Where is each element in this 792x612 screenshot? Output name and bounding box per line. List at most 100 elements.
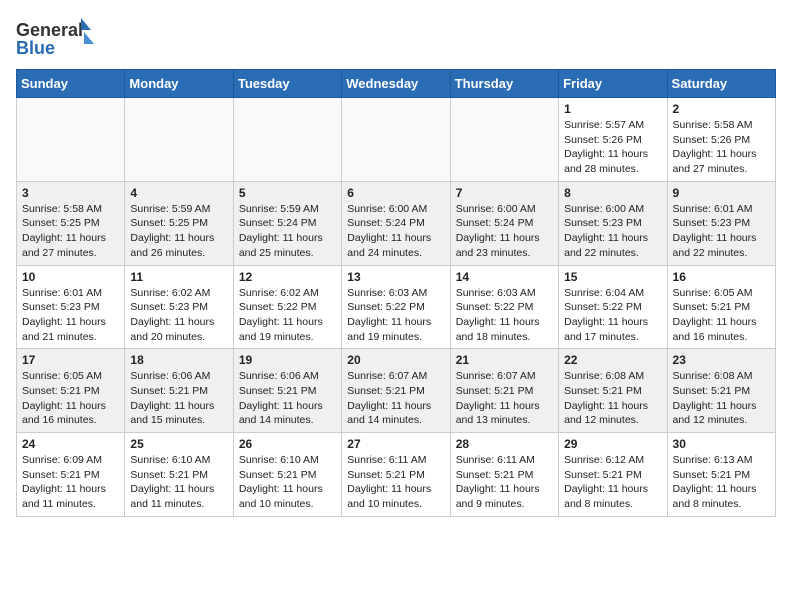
- day-number: 23: [673, 353, 770, 367]
- day-info: Sunrise: 6:10 AM Sunset: 5:21 PM Dayligh…: [130, 453, 227, 512]
- day-info: Sunrise: 6:13 AM Sunset: 5:21 PM Dayligh…: [673, 453, 770, 512]
- calendar-cell: [17, 98, 125, 182]
- day-info: Sunrise: 5:58 AM Sunset: 5:26 PM Dayligh…: [673, 118, 770, 177]
- day-number: 11: [130, 270, 227, 284]
- day-number: 17: [22, 353, 119, 367]
- day-info: Sunrise: 6:06 AM Sunset: 5:21 PM Dayligh…: [130, 369, 227, 428]
- calendar-cell: 10 Sunrise: 6:01 AM Sunset: 5:23 PM Dayli…: [17, 265, 125, 349]
- day-info: Sunrise: 6:04 AM Sunset: 5:22 PM Dayligh…: [564, 286, 661, 345]
- calendar-cell: 15 Sunrise: 6:04 AM Sunset: 5:22 PM Dayli…: [559, 265, 667, 349]
- day-number: 15: [564, 270, 661, 284]
- calendar-cell: 23 Sunrise: 6:08 AM Sunset: 5:21 PM Dayli…: [667, 349, 775, 433]
- weekday-header-friday: Friday: [559, 70, 667, 98]
- day-number: 26: [239, 437, 336, 451]
- day-number: 22: [564, 353, 661, 367]
- calendar-week-row: 1 Sunrise: 5:57 AM Sunset: 5:26 PM Daylig…: [17, 98, 776, 182]
- calendar-cell: 6 Sunrise: 6:00 AM Sunset: 5:24 PM Daylig…: [342, 181, 450, 265]
- day-info: Sunrise: 6:11 AM Sunset: 5:21 PM Dayligh…: [347, 453, 444, 512]
- calendar-cell: [342, 98, 450, 182]
- calendar-cell: 19 Sunrise: 6:06 AM Sunset: 5:21 PM Dayli…: [233, 349, 341, 433]
- day-number: 13: [347, 270, 444, 284]
- day-info: Sunrise: 6:05 AM Sunset: 5:21 PM Dayligh…: [673, 286, 770, 345]
- logo-svg: GeneralBlue: [16, 16, 96, 61]
- day-info: Sunrise: 6:05 AM Sunset: 5:21 PM Dayligh…: [22, 369, 119, 428]
- day-number: 3: [22, 186, 119, 200]
- svg-text:General: General: [16, 20, 83, 40]
- weekday-header-sunday: Sunday: [17, 70, 125, 98]
- calendar-cell: 9 Sunrise: 6:01 AM Sunset: 5:23 PM Daylig…: [667, 181, 775, 265]
- day-info: Sunrise: 6:08 AM Sunset: 5:21 PM Dayligh…: [673, 369, 770, 428]
- calendar-cell: 7Sunrise: 6:00 AM Sunset: 5:24 PM Daylig…: [450, 181, 558, 265]
- day-number: 1: [564, 102, 661, 116]
- page-header: GeneralBlue: [16, 16, 776, 61]
- calendar-cell: 18Sunrise: 6:06 AM Sunset: 5:21 PM Dayli…: [125, 349, 233, 433]
- calendar-cell: 20 Sunrise: 6:07 AM Sunset: 5:21 PM Dayli…: [342, 349, 450, 433]
- day-info: Sunrise: 5:59 AM Sunset: 5:25 PM Dayligh…: [130, 202, 227, 261]
- calendar-week-row: 17 Sunrise: 6:05 AM Sunset: 5:21 PM Dayli…: [17, 349, 776, 433]
- day-info: Sunrise: 6:00 AM Sunset: 5:24 PM Dayligh…: [347, 202, 444, 261]
- calendar-week-row: 10 Sunrise: 6:01 AM Sunset: 5:23 PM Dayli…: [17, 265, 776, 349]
- calendar-cell: 26 Sunrise: 6:10 AM Sunset: 5:21 PM Dayli…: [233, 433, 341, 517]
- day-number: 19: [239, 353, 336, 367]
- day-number: 6: [347, 186, 444, 200]
- calendar-cell: 12 Sunrise: 6:02 AM Sunset: 5:22 PM Dayli…: [233, 265, 341, 349]
- calendar-cell: 22Sunrise: 6:08 AM Sunset: 5:21 PM Dayli…: [559, 349, 667, 433]
- day-number: 30: [673, 437, 770, 451]
- weekday-header-row: SundayMondayTuesdayWednesdayThursdayFrid…: [17, 70, 776, 98]
- weekday-header-monday: Monday: [125, 70, 233, 98]
- calendar-week-row: 24Sunrise: 6:09 AM Sunset: 5:21 PM Dayli…: [17, 433, 776, 517]
- day-info: Sunrise: 6:00 AM Sunset: 5:24 PM Dayligh…: [456, 202, 553, 261]
- day-info: Sunrise: 6:00 AM Sunset: 5:23 PM Dayligh…: [564, 202, 661, 261]
- day-number: 24: [22, 437, 119, 451]
- day-info: Sunrise: 6:01 AM Sunset: 5:23 PM Dayligh…: [673, 202, 770, 261]
- day-info: Sunrise: 6:02 AM Sunset: 5:23 PM Dayligh…: [130, 286, 227, 345]
- calendar-cell: 5 Sunrise: 5:59 AM Sunset: 5:24 PM Daylig…: [233, 181, 341, 265]
- calendar-cell: 8 Sunrise: 6:00 AM Sunset: 5:23 PM Daylig…: [559, 181, 667, 265]
- calendar-table: SundayMondayTuesdayWednesdayThursdayFrid…: [16, 69, 776, 517]
- calendar-cell: 3 Sunrise: 5:58 AM Sunset: 5:25 PM Daylig…: [17, 181, 125, 265]
- day-info: Sunrise: 6:07 AM Sunset: 5:21 PM Dayligh…: [456, 369, 553, 428]
- calendar-cell: 27Sunrise: 6:11 AM Sunset: 5:21 PM Dayli…: [342, 433, 450, 517]
- day-number: 9: [673, 186, 770, 200]
- calendar-cell: 21Sunrise: 6:07 AM Sunset: 5:21 PM Dayli…: [450, 349, 558, 433]
- svg-text:Blue: Blue: [16, 38, 55, 58]
- day-number: 29: [564, 437, 661, 451]
- calendar-cell: 24Sunrise: 6:09 AM Sunset: 5:21 PM Dayli…: [17, 433, 125, 517]
- calendar-cell: [450, 98, 558, 182]
- day-number: 5: [239, 186, 336, 200]
- day-number: 2: [673, 102, 770, 116]
- calendar-cell: 4 Sunrise: 5:59 AM Sunset: 5:25 PM Daylig…: [125, 181, 233, 265]
- day-info: Sunrise: 6:02 AM Sunset: 5:22 PM Dayligh…: [239, 286, 336, 345]
- calendar-cell: 29 Sunrise: 6:12 AM Sunset: 5:21 PM Dayli…: [559, 433, 667, 517]
- day-info: Sunrise: 6:03 AM Sunset: 5:22 PM Dayligh…: [347, 286, 444, 345]
- day-number: 28: [456, 437, 553, 451]
- day-info: Sunrise: 6:03 AM Sunset: 5:22 PM Dayligh…: [456, 286, 553, 345]
- day-info: Sunrise: 6:11 AM Sunset: 5:21 PM Dayligh…: [456, 453, 553, 512]
- calendar-cell: 14 Sunrise: 6:03 AM Sunset: 5:22 PM Dayli…: [450, 265, 558, 349]
- weekday-header-thursday: Thursday: [450, 70, 558, 98]
- weekday-header-tuesday: Tuesday: [233, 70, 341, 98]
- weekday-header-saturday: Saturday: [667, 70, 775, 98]
- calendar-cell: [233, 98, 341, 182]
- day-info: Sunrise: 5:58 AM Sunset: 5:25 PM Dayligh…: [22, 202, 119, 261]
- day-info: Sunrise: 6:07 AM Sunset: 5:21 PM Dayligh…: [347, 369, 444, 428]
- day-info: Sunrise: 6:12 AM Sunset: 5:21 PM Dayligh…: [564, 453, 661, 512]
- day-info: Sunrise: 5:57 AM Sunset: 5:26 PM Dayligh…: [564, 118, 661, 177]
- calendar-cell: 11 Sunrise: 6:02 AM Sunset: 5:23 PM Dayli…: [125, 265, 233, 349]
- weekday-header-wednesday: Wednesday: [342, 70, 450, 98]
- calendar-cell: 13 Sunrise: 6:03 AM Sunset: 5:22 PM Dayli…: [342, 265, 450, 349]
- calendar-cell: 17 Sunrise: 6:05 AM Sunset: 5:21 PM Dayli…: [17, 349, 125, 433]
- day-info: Sunrise: 5:59 AM Sunset: 5:24 PM Dayligh…: [239, 202, 336, 261]
- day-number: 12: [239, 270, 336, 284]
- day-number: 14: [456, 270, 553, 284]
- day-info: Sunrise: 6:10 AM Sunset: 5:21 PM Dayligh…: [239, 453, 336, 512]
- calendar-week-row: 3 Sunrise: 5:58 AM Sunset: 5:25 PM Daylig…: [17, 181, 776, 265]
- day-info: Sunrise: 6:01 AM Sunset: 5:23 PM Dayligh…: [22, 286, 119, 345]
- day-info: Sunrise: 6:06 AM Sunset: 5:21 PM Dayligh…: [239, 369, 336, 428]
- day-number: 25: [130, 437, 227, 451]
- day-number: 10: [22, 270, 119, 284]
- day-number: 8: [564, 186, 661, 200]
- logo-row: GeneralBlue: [16, 16, 96, 61]
- day-number: 4: [130, 186, 227, 200]
- day-number: 20: [347, 353, 444, 367]
